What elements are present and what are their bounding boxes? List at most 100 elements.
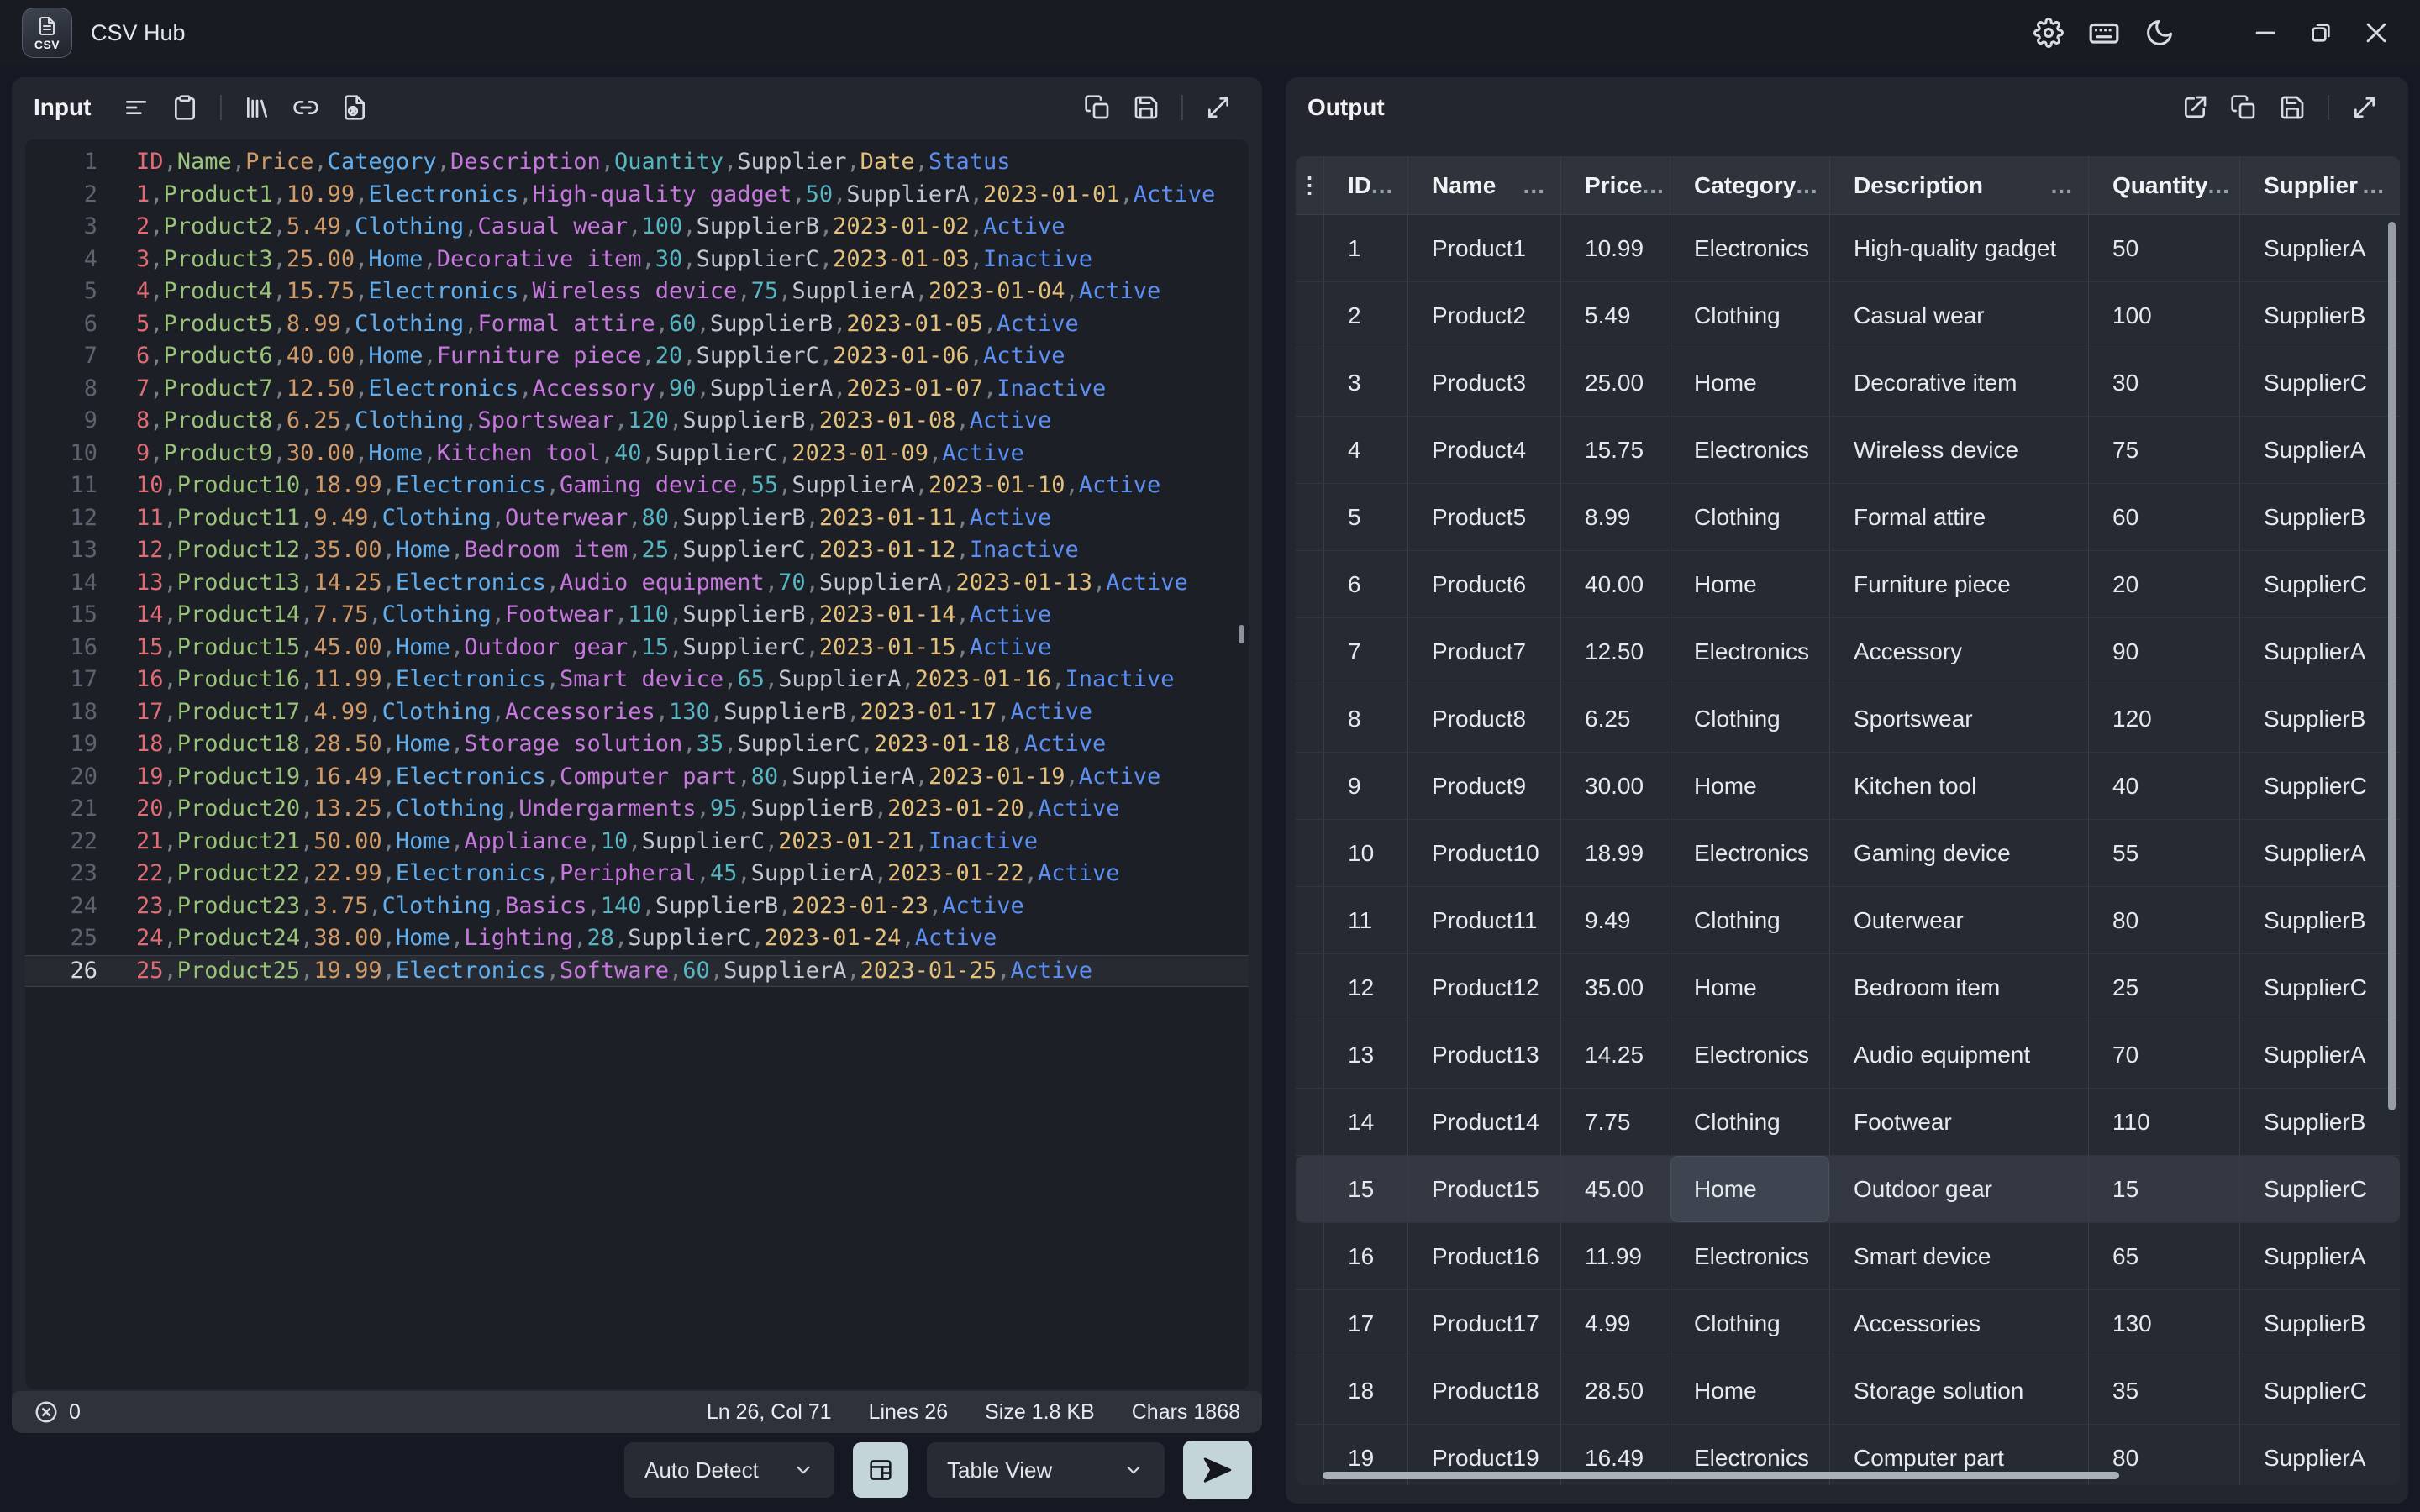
table-cell[interactable]: 7.75	[1561, 1089, 1670, 1155]
table-cell[interactable]: 18.99	[1561, 820, 1670, 886]
row-handle[interactable]	[1296, 215, 1324, 281]
column-header-category[interactable]: Category...	[1670, 156, 1830, 214]
library-button[interactable]	[235, 86, 279, 129]
table-cell[interactable]: Clothing	[1670, 685, 1830, 752]
row-handle[interactable]	[1296, 1156, 1324, 1222]
view-select[interactable]: Table View	[927, 1442, 1165, 1498]
table-cell[interactable]: 13	[1324, 1021, 1408, 1088]
table-cell[interactable]: Product5	[1408, 484, 1561, 550]
table-cell[interactable]: Product7	[1408, 618, 1561, 685]
table-row[interactable]: 1Product110.99ElectronicsHigh-quality ga…	[1296, 215, 2400, 282]
table-cell[interactable]: Outerwear	[1830, 887, 2089, 953]
table-cell[interactable]: 2	[1324, 282, 1408, 349]
table-cell[interactable]: Outdoor gear	[1830, 1156, 2089, 1222]
row-handle[interactable]	[1296, 349, 1324, 416]
table-cell[interactable]: 1	[1324, 215, 1408, 281]
table-cell[interactable]: Product11	[1408, 887, 1561, 953]
table-cell[interactable]: 4	[1324, 417, 1408, 483]
table-cell[interactable]: SupplierC	[2240, 954, 2400, 1021]
table-cell[interactable]: SupplierA	[2240, 618, 2400, 685]
table-cell[interactable]: 50	[2089, 215, 2240, 281]
table-cell[interactable]: Formal attire	[1830, 484, 2089, 550]
table-cell[interactable]: 6	[1324, 551, 1408, 617]
table-cell[interactable]: Product16	[1408, 1223, 1561, 1289]
table-cell[interactable]: 15	[1324, 1156, 1408, 1222]
table-cell[interactable]: 15.75	[1561, 417, 1670, 483]
expand-input-button[interactable]	[1197, 86, 1240, 129]
link-button[interactable]	[284, 86, 328, 129]
table-cell[interactable]: 130	[2089, 1290, 2240, 1357]
row-handle[interactable]	[1296, 1290, 1324, 1357]
table-row[interactable]: 10Product1018.99ElectronicsGaming device…	[1296, 820, 2400, 887]
column-header-id[interactable]: ID...	[1324, 156, 1408, 214]
table-cell[interactable]: 40	[2089, 753, 2240, 819]
table-row[interactable]: 17Product174.99ClothingAccessories130Sup…	[1296, 1290, 2400, 1357]
table-row[interactable]: 2Product25.49ClothingCasual wear100Suppl…	[1296, 282, 2400, 349]
table-cell[interactable]: Electronics	[1670, 1021, 1830, 1088]
column-menu-icon[interactable]: ...	[2363, 172, 2400, 199]
table-cell[interactable]: SupplierB	[2240, 282, 2400, 349]
table-horizontal-scrollbar[interactable]	[1323, 1472, 2119, 1479]
table-cell[interactable]: 16	[1324, 1223, 1408, 1289]
table-cell[interactable]: Product2	[1408, 282, 1561, 349]
paste-button[interactable]	[163, 86, 207, 129]
table-row[interactable]: 16Product1611.99ElectronicsSmart device6…	[1296, 1223, 2400, 1290]
table-cell[interactable]: 11	[1324, 887, 1408, 953]
table-cell[interactable]: 120	[2089, 685, 2240, 752]
settings-button[interactable]	[2027, 11, 2070, 55]
save-output-button[interactable]	[2270, 86, 2314, 129]
table-cell[interactable]: Sportswear	[1830, 685, 2089, 752]
table-cell[interactable]: 110	[2089, 1089, 2240, 1155]
table-cell[interactable]: Product3	[1408, 349, 1561, 416]
row-handle[interactable]	[1296, 1021, 1324, 1088]
table-cell[interactable]: 14.25	[1561, 1021, 1670, 1088]
table-cell[interactable]: Product14	[1408, 1089, 1561, 1155]
table-row[interactable]: 15Product1545.00HomeOutdoor gear15Suppli…	[1296, 1156, 2400, 1223]
table-cell[interactable]: Electronics	[1670, 820, 1830, 886]
theme-toggle-button[interactable]	[2138, 11, 2181, 55]
table-cell[interactable]: Wireless device	[1830, 417, 2089, 483]
layout-toggle-button[interactable]	[853, 1442, 908, 1498]
table-cell[interactable]: Product1	[1408, 215, 1561, 281]
close-button[interactable]	[2354, 11, 2398, 55]
table-cell[interactable]: Casual wear	[1830, 282, 2089, 349]
row-handle[interactable]	[1296, 1425, 1324, 1485]
column-header-supplier[interactable]: Supplier...	[2240, 156, 2400, 214]
table-cell[interactable]: 3	[1324, 349, 1408, 416]
row-handle[interactable]	[1296, 1089, 1324, 1155]
column-menu-icon[interactable]: ...	[2051, 172, 2088, 199]
table-cell[interactable]: 28.50	[1561, 1357, 1670, 1424]
table-cell[interactable]: Product13	[1408, 1021, 1561, 1088]
table-cell[interactable]: 70	[2089, 1021, 2240, 1088]
table-cell[interactable]: Product9	[1408, 753, 1561, 819]
table-cell[interactable]: Clothing	[1670, 484, 1830, 550]
table-cell[interactable]: 20	[2089, 551, 2240, 617]
table-row[interactable]: 11Product119.49ClothingOuterwear80Suppli…	[1296, 887, 2400, 954]
table-cell[interactable]: 80	[2089, 887, 2240, 953]
table-cell[interactable]: Home	[1670, 551, 1830, 617]
table-cell[interactable]: SupplierA	[2240, 820, 2400, 886]
column-menu-icon[interactable]: ...	[1796, 172, 1833, 199]
table-cell[interactable]: SupplierC	[2240, 1156, 2400, 1222]
table-cell[interactable]: Storage solution	[1830, 1357, 2089, 1424]
table-cell[interactable]: Home	[1670, 753, 1830, 819]
table-cell[interactable]: 5	[1324, 484, 1408, 550]
table-cell[interactable]: Footwear	[1830, 1089, 2089, 1155]
table-cell[interactable]: Product6	[1408, 551, 1561, 617]
table-cell[interactable]: 30.00	[1561, 753, 1670, 819]
table-cell[interactable]: 75	[2089, 417, 2240, 483]
table-row[interactable]: 8Product86.25ClothingSportswear120Suppli…	[1296, 685, 2400, 753]
table-cell[interactable]: 10	[1324, 820, 1408, 886]
table-cell[interactable]: 18	[1324, 1357, 1408, 1424]
column-header-price[interactable]: Price...	[1561, 156, 1670, 214]
table-cell[interactable]: Clothing	[1670, 282, 1830, 349]
table-menu-cell[interactable]: ⋮	[1296, 156, 1324, 214]
row-handle[interactable]	[1296, 887, 1324, 953]
row-handle[interactable]	[1296, 954, 1324, 1021]
maximize-restore-button[interactable]	[2299, 11, 2343, 55]
table-cell[interactable]: Home	[1670, 1357, 1830, 1424]
table-cell[interactable]: Clothing	[1670, 1290, 1830, 1357]
table-row[interactable]: 18Product1828.50HomeStorage solution35Su…	[1296, 1357, 2400, 1425]
row-handle[interactable]	[1296, 417, 1324, 483]
row-handle[interactable]	[1296, 282, 1324, 349]
